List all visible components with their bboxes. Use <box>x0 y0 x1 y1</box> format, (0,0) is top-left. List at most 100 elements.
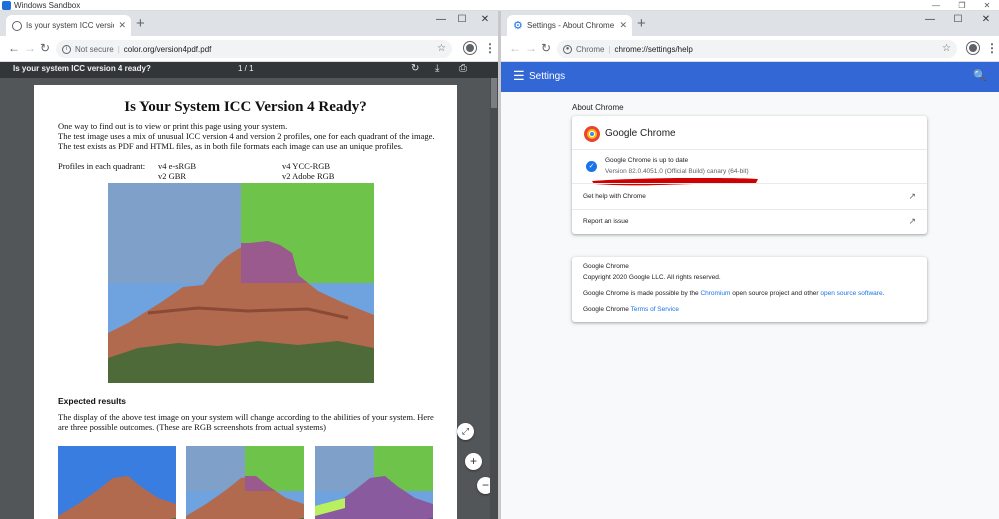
pdf-toolbar: Is your system ICC version 4 ready? 1 / … <box>0 62 498 78</box>
test-image <box>108 183 374 383</box>
star-icon[interactable]: ☆ <box>942 43 951 54</box>
open-source-link[interactable]: open source software <box>820 290 882 297</box>
thumbnail-2-graphic <box>186 446 304 519</box>
thumbnail-1-graphic <box>58 446 176 519</box>
profiles-label: Profiles in each quadrant: <box>58 161 146 171</box>
tab-pdf[interactable]: Is your system ICC version 4 rea… ✕ <box>6 15 131 36</box>
sandbox-icon <box>2 1 11 10</box>
page-number: 1 / 1 <box>238 64 254 73</box>
chromium-link[interactable]: Chromium <box>700 290 730 297</box>
download-icon[interactable]: ⤓ <box>435 63 439 74</box>
reload-icon[interactable]: ↻ <box>541 41 551 55</box>
made-possible-text: Google Chrome is made possible by the Ch… <box>583 290 884 297</box>
pdf-page: Is Your System ICC Version 4 Ready? One … <box>34 85 457 519</box>
document-title: Is Your System ICC Version 4 Ready? <box>124 99 367 115</box>
back-icon[interactable]: ← <box>8 41 20 55</box>
check-icon: ✓ <box>586 161 597 172</box>
tab-strip: ⚙ Settings - About Chrome ✕ + — ☐ ✕ <box>501 11 999 36</box>
pdf-scrollbar[interactable] <box>490 78 498 519</box>
fit-to-page-button[interactable]: ⤢ <box>457 423 474 440</box>
chrome-logo-icon <box>584 126 600 142</box>
zoom-in-button[interactable]: + <box>465 453 482 470</box>
report-issue-label: Report an issue <box>583 218 629 225</box>
external-link-icon: ↗ <box>908 191 916 201</box>
reload-icon[interactable]: ↻ <box>40 41 50 55</box>
copyright-text: Copyright 2020 Google LLC. All rights re… <box>583 274 721 281</box>
url-text: color.org/version4pdf.pdf <box>123 44 212 54</box>
profile-avatar[interactable] <box>967 42 979 54</box>
pdf-browser-window: Is your system ICC version 4 rea… ✕ + — … <box>0 11 498 519</box>
product-name: Google Chrome <box>605 128 676 139</box>
sandbox-minimize-button[interactable]: — <box>926 0 946 11</box>
terms-text: Google Chrome Terms of Service <box>583 306 679 313</box>
forward-icon[interactable]: → <box>24 41 36 55</box>
legal-card: Google Chrome Copyright 2020 Google LLC.… <box>572 257 927 322</box>
get-help-row[interactable]: Get help with Chrome ↗ <box>572 183 927 209</box>
thumbnail-3-graphic <box>315 446 433 519</box>
close-button[interactable]: ✕ <box>973 14 999 25</box>
print-icon[interactable]: ⎙ <box>459 63 467 74</box>
update-status: Google Chrome is up to date <box>605 157 689 164</box>
settings-browser-window: ⚙ Settings - About Chrome ✕ + — ☐ ✕ ← → … <box>501 11 999 519</box>
about-card: Google Chrome ✓ Google Chrome is up to d… <box>572 116 927 234</box>
minimize-button[interactable]: — <box>917 14 943 25</box>
intro-text: One way to find out is to view or print … <box>58 121 435 151</box>
info-icon[interactable]: i <box>62 44 71 54</box>
result-thumbnail-3 <box>315 446 433 519</box>
maximize-button[interactable]: ☐ <box>945 14 971 25</box>
site-label: Chrome <box>576 44 605 54</box>
close-button[interactable]: ✕ <box>472 14 498 25</box>
terms-prefix: Google Chrome <box>583 306 631 313</box>
sandbox-restore-button[interactable]: ❐ <box>952 0 972 11</box>
forward-icon[interactable]: → <box>525 41 537 55</box>
separator: | <box>117 44 120 54</box>
settings-header: ☰ Settings 🔍 <box>501 62 999 92</box>
hamburger-icon[interactable]: ☰ <box>513 68 525 84</box>
report-issue-row[interactable]: Report an issue ↗ <box>572 209 927 234</box>
settings-content: About Chrome Google Chrome ✓ Google Chro… <box>501 92 999 519</box>
tab-close-icon[interactable]: ✕ <box>118 20 126 31</box>
result-thumbnail-2 <box>186 446 304 519</box>
new-tab-button[interactable]: + <box>136 16 145 31</box>
separator: | <box>608 44 611 54</box>
made-possible-middle: open source project and other <box>730 290 821 297</box>
sandbox-close-button[interactable]: ✕ <box>977 0 997 11</box>
rotate-icon[interactable]: ↻ <box>411 63 419 74</box>
chrome-site-icon[interactable]: ● <box>563 44 572 54</box>
new-tab-button[interactable]: + <box>637 16 646 31</box>
pdf-title: Is your system ICC version 4 ready? <box>13 64 151 73</box>
get-help-label: Get help with Chrome <box>583 193 646 200</box>
tab-label: Settings - About Chrome <box>527 21 615 30</box>
sandbox-title: Windows Sandbox <box>14 1 81 10</box>
tab-label: Is your system ICC version 4 rea… <box>26 21 114 30</box>
sandbox-titlebar: Windows Sandbox — ❐ ✕ <box>0 0 999 11</box>
gear-icon: ⚙ <box>513 19 523 32</box>
address-bar[interactable]: i Not secure | color.org/version4pdf.pdf… <box>56 40 452 58</box>
result-thumbnail-1 <box>58 446 176 519</box>
test-image-graphic <box>108 183 374 383</box>
browser-toolbar: ← → ↻ i Not secure | color.org/version4p… <box>0 36 498 62</box>
section-title: About Chrome <box>572 103 624 112</box>
expected-text: The display of the above test image on y… <box>58 412 434 432</box>
external-link-icon: ↗ <box>908 216 916 226</box>
menu-icon[interactable]: ⋮ <box>484 41 496 55</box>
menu-icon[interactable]: ⋮ <box>986 41 998 55</box>
settings-title: Settings <box>529 71 566 82</box>
back-icon[interactable]: ← <box>509 41 521 55</box>
made-possible-prefix: Google Chrome is made possible by the <box>583 290 701 297</box>
address-bar[interactable]: ● Chrome | chrome://settings/help ☆ <box>557 40 957 58</box>
tab-close-icon[interactable]: ✕ <box>619 20 627 31</box>
tab-settings[interactable]: ⚙ Settings - About Chrome ✕ <box>507 15 632 36</box>
footer-product-name: Google Chrome <box>583 263 629 270</box>
tab-strip: Is your system ICC version 4 rea… ✕ + — … <box>0 11 498 36</box>
url-text: chrome://settings/help <box>614 44 693 54</box>
terms-of-service-link[interactable]: Terms of Service <box>631 306 679 313</box>
scrollbar-thumb[interactable] <box>491 78 497 108</box>
profiles-column-1: v4 e-sRGB v2 GBR <box>158 161 197 181</box>
globe-icon <box>12 20 22 31</box>
status-row: ✓ Google Chrome is up to date Version 82… <box>572 149 927 186</box>
profiles-column-2: v4 YCC-RGB v2 Adobe RGB <box>282 161 335 181</box>
profile-avatar[interactable] <box>464 42 476 54</box>
search-icon[interactable]: 🔍 <box>973 69 987 82</box>
star-icon[interactable]: ☆ <box>437 43 446 54</box>
